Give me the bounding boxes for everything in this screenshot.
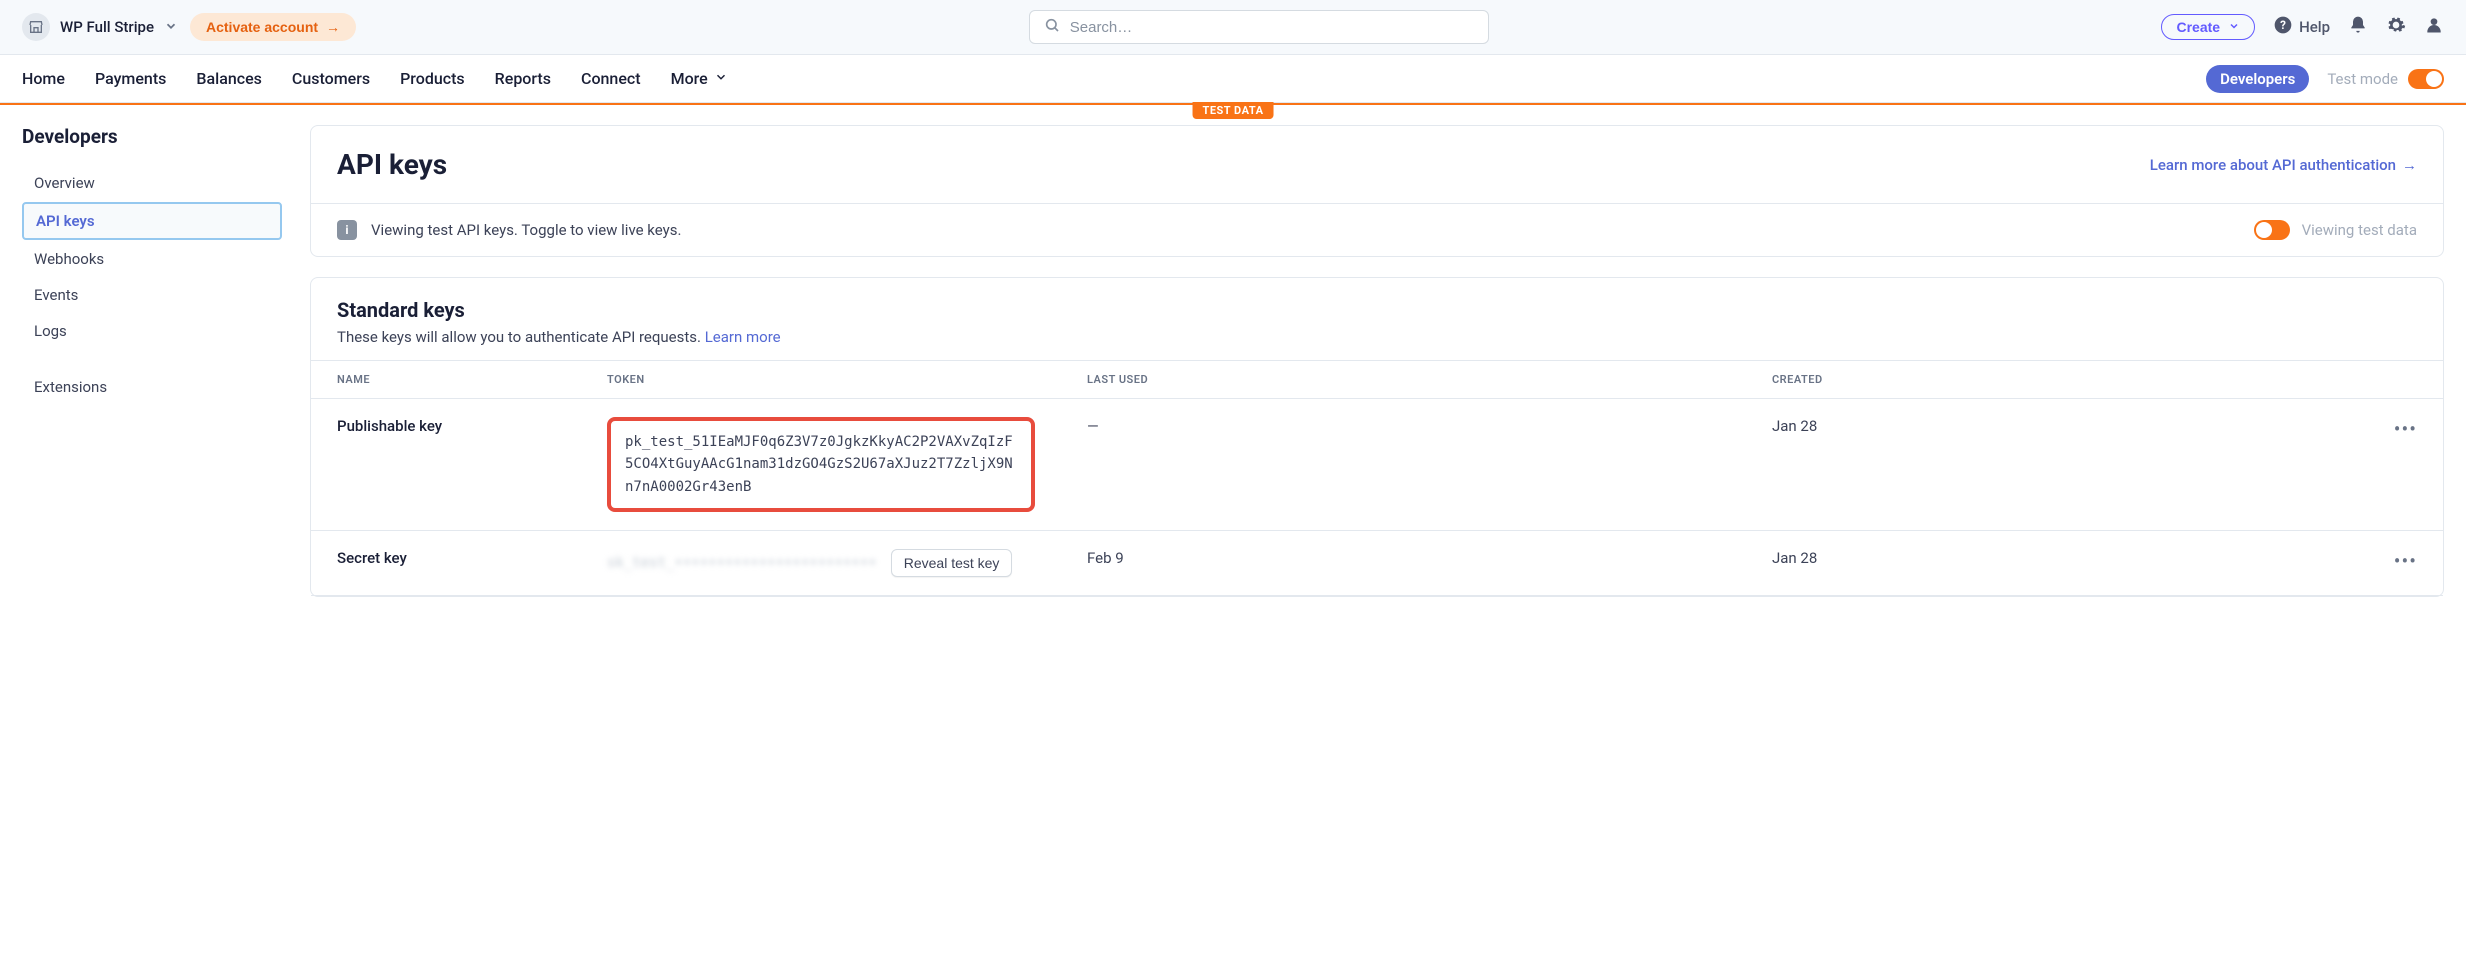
learn-auth-link[interactable]: Learn more about API authentication → [2150, 156, 2417, 174]
nav-tabs: Home Payments Balances Customers Product… [22, 55, 728, 102]
nav-products[interactable]: Products [400, 55, 465, 102]
key-name: Secret key [311, 531, 581, 596]
reveal-key-button[interactable]: Reveal test key [891, 549, 1013, 577]
help-icon: ? [2273, 15, 2293, 39]
page-header: API keys Learn more about API authentica… [311, 126, 2443, 204]
col-last-used: LAST USED [1061, 361, 1746, 399]
chevron-down-icon [164, 19, 178, 36]
last-used: Feb 9 [1061, 531, 1746, 596]
view-test-toggle[interactable] [2254, 220, 2290, 240]
layout: Developers Overview API keys Webhooks Ev… [0, 105, 2466, 617]
notice-right: Viewing test data [2254, 220, 2417, 240]
nav-balances[interactable]: Balances [196, 55, 262, 102]
sidebar-item-extensions[interactable]: Extensions [22, 370, 282, 404]
svg-text:?: ? [2280, 18, 2286, 32]
chevron-down-icon [714, 69, 728, 88]
key-name: Publishable key [311, 399, 581, 531]
created: Jan 28 [1746, 531, 2368, 596]
gear-icon[interactable] [2386, 15, 2406, 40]
col-token: TOKEN [581, 361, 1061, 399]
arrow-right-icon: → [2402, 156, 2417, 174]
main-nav: Home Payments Balances Customers Product… [0, 55, 2466, 103]
notice-row: i Viewing test API keys. Toggle to view … [311, 204, 2443, 256]
account-switcher[interactable]: WP Full Stripe [22, 13, 178, 41]
keys-learn-more-link[interactable]: Learn more [705, 328, 781, 346]
testmode-toggle[interactable] [2408, 69, 2444, 89]
token-cell: sk_test_•••••••••••••••••••••••• Reveal … [581, 531, 1061, 596]
keys-section-head: Standard keys These keys will allow you … [311, 278, 2443, 360]
nav-payments[interactable]: Payments [95, 55, 166, 102]
secret-hidden: sk_test_•••••••••••••••••••••••• [607, 555, 877, 571]
keys-section-title: Standard keys [337, 298, 2417, 322]
account-name: WP Full Stripe [60, 18, 154, 36]
search-input[interactable] [1070, 19, 1474, 36]
testmode-control: Test mode [2327, 69, 2444, 89]
table-row: Secret key sk_test_•••••••••••••••••••••… [311, 531, 2443, 596]
page-header-card: API keys Learn more about API authentica… [310, 125, 2444, 257]
testmode-label: Test mode [2327, 70, 2398, 88]
created: Jan 28 [1746, 399, 2368, 531]
create-label: Create [2176, 19, 2220, 35]
help-link[interactable]: ? Help [2273, 15, 2330, 39]
nav-reports[interactable]: Reports [495, 55, 551, 102]
nav-home[interactable]: Home [22, 55, 65, 102]
row-menu-icon[interactable]: ••• [2394, 549, 2417, 573]
topbar: WP Full Stripe Activate account → Create… [0, 0, 2466, 55]
test-data-badge: TEST DATA [1193, 102, 1274, 119]
notice-left: i Viewing test API keys. Toggle to view … [337, 220, 681, 240]
chevron-down-icon [2228, 19, 2240, 35]
info-icon: i [337, 220, 357, 240]
search-icon [1044, 17, 1060, 37]
nav-connect[interactable]: Connect [581, 55, 641, 102]
search-box[interactable] [1029, 10, 1489, 44]
sidebar-item-events[interactable]: Events [22, 278, 282, 312]
user-icon[interactable] [2424, 15, 2444, 40]
last-used: — [1061, 399, 1746, 531]
developers-pill[interactable]: Developers [2206, 65, 2309, 93]
sidebar-item-webhooks[interactable]: Webhooks [22, 242, 282, 276]
bell-icon[interactable] [2348, 15, 2368, 40]
nav-customers[interactable]: Customers [292, 55, 370, 102]
nav-more-label: More [671, 69, 708, 88]
col-actions [2368, 361, 2443, 399]
keys-desc-text: These keys will allow you to authenticat… [337, 328, 701, 346]
nav-more[interactable]: More [671, 55, 728, 102]
table-row: Publishable key pk_test_51IEaMJF0q6Z3V7z… [311, 399, 2443, 531]
row-menu-icon[interactable]: ••• [2394, 417, 2417, 441]
learn-auth-label: Learn more about API authentication [2150, 156, 2396, 174]
arrow-right-icon: → [326, 19, 340, 35]
search-wrap [368, 10, 2149, 44]
sidebar-item-apikeys[interactable]: API keys [22, 202, 282, 240]
sidebar: Developers Overview API keys Webhooks Ev… [22, 125, 282, 617]
store-icon [22, 13, 50, 41]
sidebar-item-logs[interactable]: Logs [22, 314, 282, 348]
create-button[interactable]: Create [2161, 14, 2255, 40]
keys-card: Standard keys These keys will allow you … [310, 277, 2444, 597]
activate-label: Activate account [206, 19, 318, 35]
col-name: NAME [311, 361, 581, 399]
sidebar-item-overview[interactable]: Overview [22, 166, 282, 200]
keys-table: NAME TOKEN LAST USED CREATED Publishable… [311, 360, 2443, 596]
publishable-token[interactable]: pk_test_51IEaMJF0q6Z3V7z0JgkzKkyAC2P2VAX… [607, 417, 1035, 512]
main-content: API keys Learn more about API authentica… [310, 125, 2444, 617]
sidebar-title: Developers [22, 125, 282, 148]
topbar-right: Create ? Help [2161, 14, 2444, 40]
keys-section-desc: These keys will allow you to authenticat… [337, 328, 2417, 346]
notice-text: Viewing test API keys. Toggle to view li… [371, 221, 681, 239]
help-label: Help [2299, 18, 2330, 36]
page-title: API keys [337, 148, 447, 181]
nav-right: Developers Test mode [2206, 65, 2444, 93]
col-created: CREATED [1746, 361, 2368, 399]
notice-right-label: Viewing test data [2302, 221, 2417, 239]
activate-account-button[interactable]: Activate account → [190, 13, 356, 41]
token-cell: pk_test_51IEaMJF0q6Z3V7z0JgkzKkyAC2P2VAX… [581, 399, 1061, 531]
